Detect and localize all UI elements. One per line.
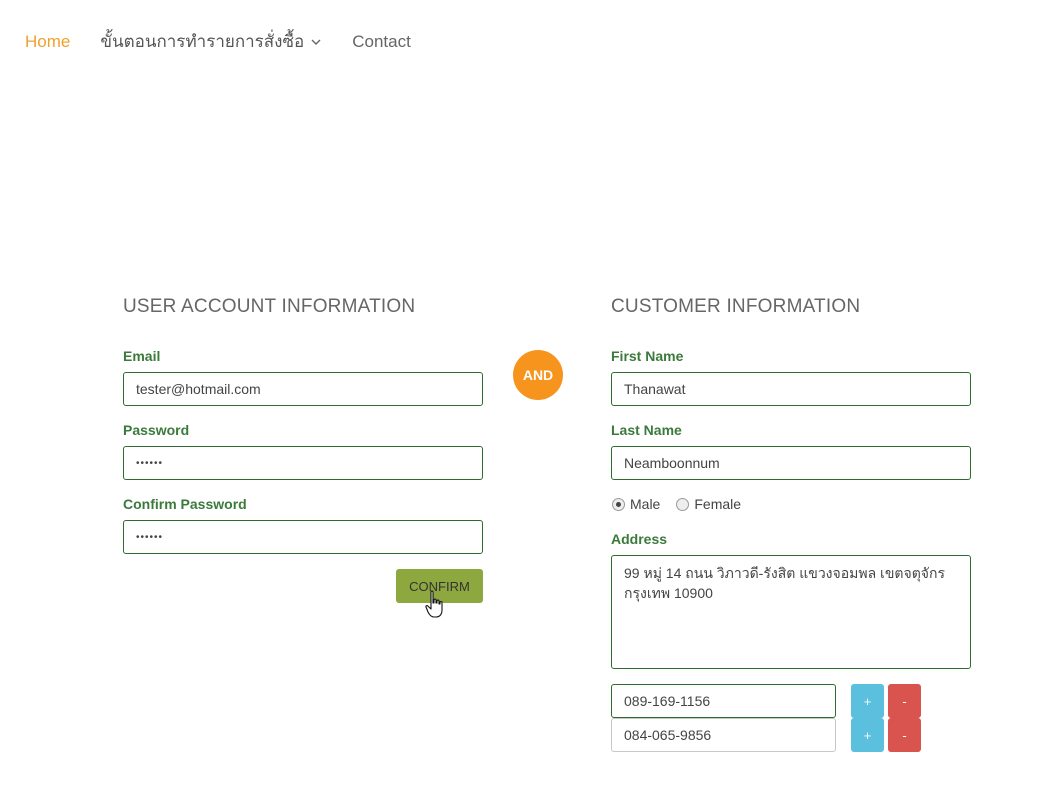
email-label: Email [123,348,161,364]
address-line-2: กรุงเทพ 10900 [624,585,713,601]
confirm-password-label: Confirm Password [123,496,247,512]
address-textarea[interactable]: 99 หมู่ 14 ถนน วิภาวดี-รังสิต แขวงจอมพล … [611,555,971,669]
last-name-value: Neamboonnum [624,455,720,471]
password-field[interactable]: •••••• [123,446,483,480]
phone-value-1: 089-169-1156 [624,693,711,709]
first-name-field[interactable]: Thanawat [611,372,971,406]
add-phone-button-2[interactable]: + [851,718,884,752]
last-name-label: Last Name [611,422,682,438]
male-label: Male [630,496,661,512]
first-name-label: First Name [611,348,684,364]
confirm-password-field[interactable]: •••••• [123,520,483,554]
remove-phone-button-2[interactable]: - [888,718,921,752]
nav-home-link[interactable]: Home [25,32,70,52]
nav-contact-link[interactable]: Contact [352,32,411,52]
female-radio[interactable] [676,497,690,511]
user-account-title: USER ACCOUNT INFORMATION [123,296,416,317]
customer-info-title: CUSTOMER INFORMATION [611,296,861,317]
gender-radio-group: Male Female [612,496,757,512]
nav-order-steps-dropdown[interactable]: ขั้นตอนการทำรายการสั่งซื้อ [100,28,322,55]
gender-male-option[interactable]: Male [612,496,660,512]
remove-phone-button[interactable]: - [888,684,921,718]
password-value: •••••• [136,457,164,469]
confirm-password-value: •••••• [136,531,164,543]
email-value: tester@hotmail.com [136,381,261,397]
male-radio[interactable] [612,497,625,511]
gender-female-option[interactable]: Female [676,496,741,512]
add-phone-button[interactable]: + [851,684,884,718]
and-badge: AND [513,350,563,400]
phone-field-2[interactable]: 084-065-9856 [611,718,836,752]
first-name-value: Thanawat [624,381,686,397]
phone-field-1[interactable]: 089-169-1156 [611,684,836,718]
address-line-1: 99 หมู่ 14 ถนน วิภาวดี-รังสิต แขวงจอมพล … [624,565,945,581]
address-label: Address [611,531,668,547]
chevron-down-icon [311,39,321,45]
password-label: Password [123,422,190,438]
email-field[interactable]: tester@hotmail.com [123,372,483,406]
phone-value-2: 084-065-9856 [624,727,712,743]
female-label: Female [694,496,742,512]
top-nav: Home ขั้นตอนการทำรายการสั่งซื้อ Contact [25,28,441,55]
hand-cursor-icon [425,590,443,618]
nav-order-steps-label: ขั้นตอนการทำรายการสั่งซื้อ [100,32,305,51]
last-name-field[interactable]: Neamboonnum [611,446,971,480]
